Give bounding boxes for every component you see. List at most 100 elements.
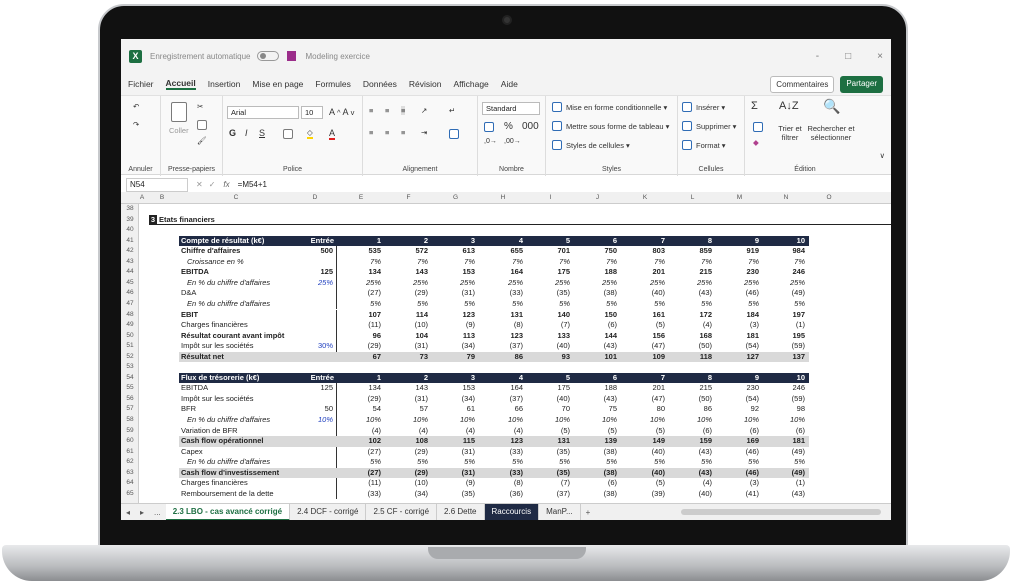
value-cell[interactable]: 3 bbox=[432, 235, 479, 247]
value-cell[interactable]: 188 bbox=[574, 383, 621, 394]
clear-icon[interactable]: ◆ bbox=[753, 138, 759, 147]
delete-cells-button[interactable]: Supprimer ▾ bbox=[682, 121, 736, 131]
value-cell[interactable]: 184 bbox=[716, 310, 763, 321]
row-number[interactable]: 64 bbox=[121, 478, 139, 489]
row-label[interactable]: Charges financières bbox=[179, 320, 293, 331]
value-cell[interactable]: 246 bbox=[763, 383, 809, 394]
wrap-text-icon[interactable]: ↵ bbox=[449, 106, 455, 115]
save-icon[interactable] bbox=[286, 51, 296, 61]
align-bottom-icon[interactable]: ≡ bbox=[401, 106, 406, 115]
value-cell[interactable]: 134 bbox=[337, 267, 385, 278]
value-cell[interactable]: 25% bbox=[669, 278, 716, 289]
value-cell[interactable]: 10% bbox=[574, 415, 621, 426]
value-cell[interactable]: (40) bbox=[621, 288, 669, 299]
input-cell[interactable] bbox=[293, 425, 337, 437]
value-cell[interactable]: (29) bbox=[385, 288, 432, 299]
align-center-icon[interactable]: ≡ bbox=[385, 128, 389, 137]
value-cell[interactable]: 93 bbox=[527, 351, 574, 363]
input-cell[interactable]: Entrée bbox=[293, 372, 337, 384]
value-cell[interactable]: 131 bbox=[479, 310, 527, 321]
fill-color-icon[interactable]: ◇ bbox=[307, 128, 313, 139]
value-cell[interactable]: 102 bbox=[337, 436, 385, 447]
value-cell[interactable]: (36) bbox=[479, 489, 527, 500]
column-header[interactable]: B bbox=[145, 194, 179, 201]
column-header[interactable]: N bbox=[763, 194, 809, 201]
row-label[interactable]: Variation de BFR bbox=[179, 426, 293, 437]
value-cell[interactable]: 123 bbox=[479, 331, 527, 342]
value-cell[interactable]: 5% bbox=[527, 457, 574, 468]
row-label[interactable]: Cash flow opérationnel bbox=[179, 436, 293, 447]
value-cell[interactable]: 5% bbox=[621, 299, 669, 310]
value-cell[interactable]: 153 bbox=[432, 383, 479, 394]
value-cell[interactable]: 75 bbox=[574, 404, 621, 415]
value-cell[interactable]: 25% bbox=[337, 278, 385, 289]
value-cell[interactable]: 181 bbox=[716, 331, 763, 342]
column-header[interactable]: I bbox=[527, 194, 574, 201]
value-cell[interactable]: 10 bbox=[763, 235, 809, 247]
value-cell[interactable]: 5% bbox=[716, 457, 763, 468]
row-number[interactable]: 50 bbox=[121, 331, 139, 342]
menu-accueil[interactable]: Accueil bbox=[165, 78, 196, 90]
row-number[interactable]: 55 bbox=[121, 383, 139, 394]
redo-icon[interactable]: ↷ bbox=[133, 120, 139, 129]
value-cell[interactable]: (40) bbox=[527, 341, 574, 352]
menu-aide[interactable]: Aide bbox=[501, 79, 518, 89]
value-cell[interactable]: (50) bbox=[669, 341, 716, 352]
row-label[interactable]: Remboursement de la dette bbox=[179, 489, 293, 500]
increase-decimal-icon[interactable]: ,0→ bbox=[484, 138, 497, 145]
column-header[interactable]: E bbox=[337, 194, 385, 201]
sort-filter-label[interactable]: Trier et filtrer bbox=[775, 124, 805, 142]
value-cell[interactable]: (9) bbox=[432, 320, 479, 331]
value-cell[interactable]: 7% bbox=[479, 257, 527, 268]
value-cell[interactable]: (4) bbox=[669, 478, 716, 489]
column-header[interactable]: C bbox=[179, 194, 293, 201]
value-cell[interactable]: 143 bbox=[385, 383, 432, 394]
sheet-tab-manp[interactable]: ManP... bbox=[539, 503, 581, 520]
value-cell[interactable]: (37) bbox=[479, 394, 527, 405]
autosave-toggle[interactable] bbox=[256, 51, 279, 61]
row-label[interactable]: EBIT bbox=[179, 310, 293, 321]
input-cell[interactable]: 25% bbox=[293, 277, 337, 289]
font-size-select[interactable]: 10 bbox=[301, 106, 323, 119]
value-cell[interactable]: 7% bbox=[621, 257, 669, 268]
value-cell[interactable]: 7% bbox=[763, 257, 809, 268]
value-cell[interactable]: 8 bbox=[669, 372, 716, 384]
value-cell[interactable]: 181 bbox=[763, 436, 809, 447]
value-cell[interactable]: (29) bbox=[337, 341, 385, 352]
value-cell[interactable]: 70 bbox=[527, 404, 574, 415]
input-cell[interactable] bbox=[293, 393, 337, 405]
value-cell[interactable]: 25% bbox=[763, 278, 809, 289]
value-cell[interactable]: (33) bbox=[479, 447, 527, 458]
value-cell[interactable]: 144 bbox=[574, 331, 621, 342]
font-name-select[interactable]: Arial bbox=[227, 106, 299, 119]
input-cell[interactable]: 125 bbox=[293, 383, 337, 394]
value-cell[interactable]: 10% bbox=[763, 415, 809, 426]
value-cell[interactable]: 195 bbox=[763, 331, 809, 342]
value-cell[interactable]: 139 bbox=[574, 436, 621, 447]
row-label[interactable]: En % du chiffre d'affaires bbox=[179, 457, 293, 468]
value-cell[interactable]: (40) bbox=[621, 447, 669, 458]
value-cell[interactable]: (46) bbox=[716, 288, 763, 299]
row-number[interactable]: 62 bbox=[121, 457, 139, 468]
value-cell[interactable]: 5% bbox=[432, 299, 479, 310]
value-cell[interactable]: (31) bbox=[385, 341, 432, 352]
value-cell[interactable]: 859 bbox=[669, 246, 716, 257]
tab-prev-icon[interactable]: ◂ bbox=[121, 508, 135, 517]
orientation-icon[interactable]: ↗ bbox=[421, 106, 427, 115]
value-cell[interactable]: 92 bbox=[716, 404, 763, 415]
menu-formules[interactable]: Formules bbox=[315, 79, 350, 89]
menu-fichier[interactable]: Fichier bbox=[128, 79, 154, 89]
value-cell[interactable]: (49) bbox=[763, 447, 809, 458]
value-cell[interactable]: 156 bbox=[621, 331, 669, 342]
value-cell[interactable]: 5% bbox=[337, 457, 385, 468]
value-cell[interactable]: 803 bbox=[621, 246, 669, 257]
column-header[interactable]: O bbox=[809, 194, 849, 201]
row-label[interactable]: En % du chiffre d'affaires bbox=[179, 415, 293, 426]
value-cell[interactable]: 25% bbox=[432, 278, 479, 289]
value-cell[interactable]: (11) bbox=[337, 320, 385, 331]
value-cell[interactable]: 153 bbox=[432, 267, 479, 278]
value-cell[interactable]: 101 bbox=[574, 351, 621, 363]
value-cell[interactable]: (43) bbox=[669, 447, 716, 458]
value-cell[interactable]: 5% bbox=[479, 457, 527, 468]
row-label[interactable]: Flux de trésorerie (k€) bbox=[179, 372, 293, 384]
